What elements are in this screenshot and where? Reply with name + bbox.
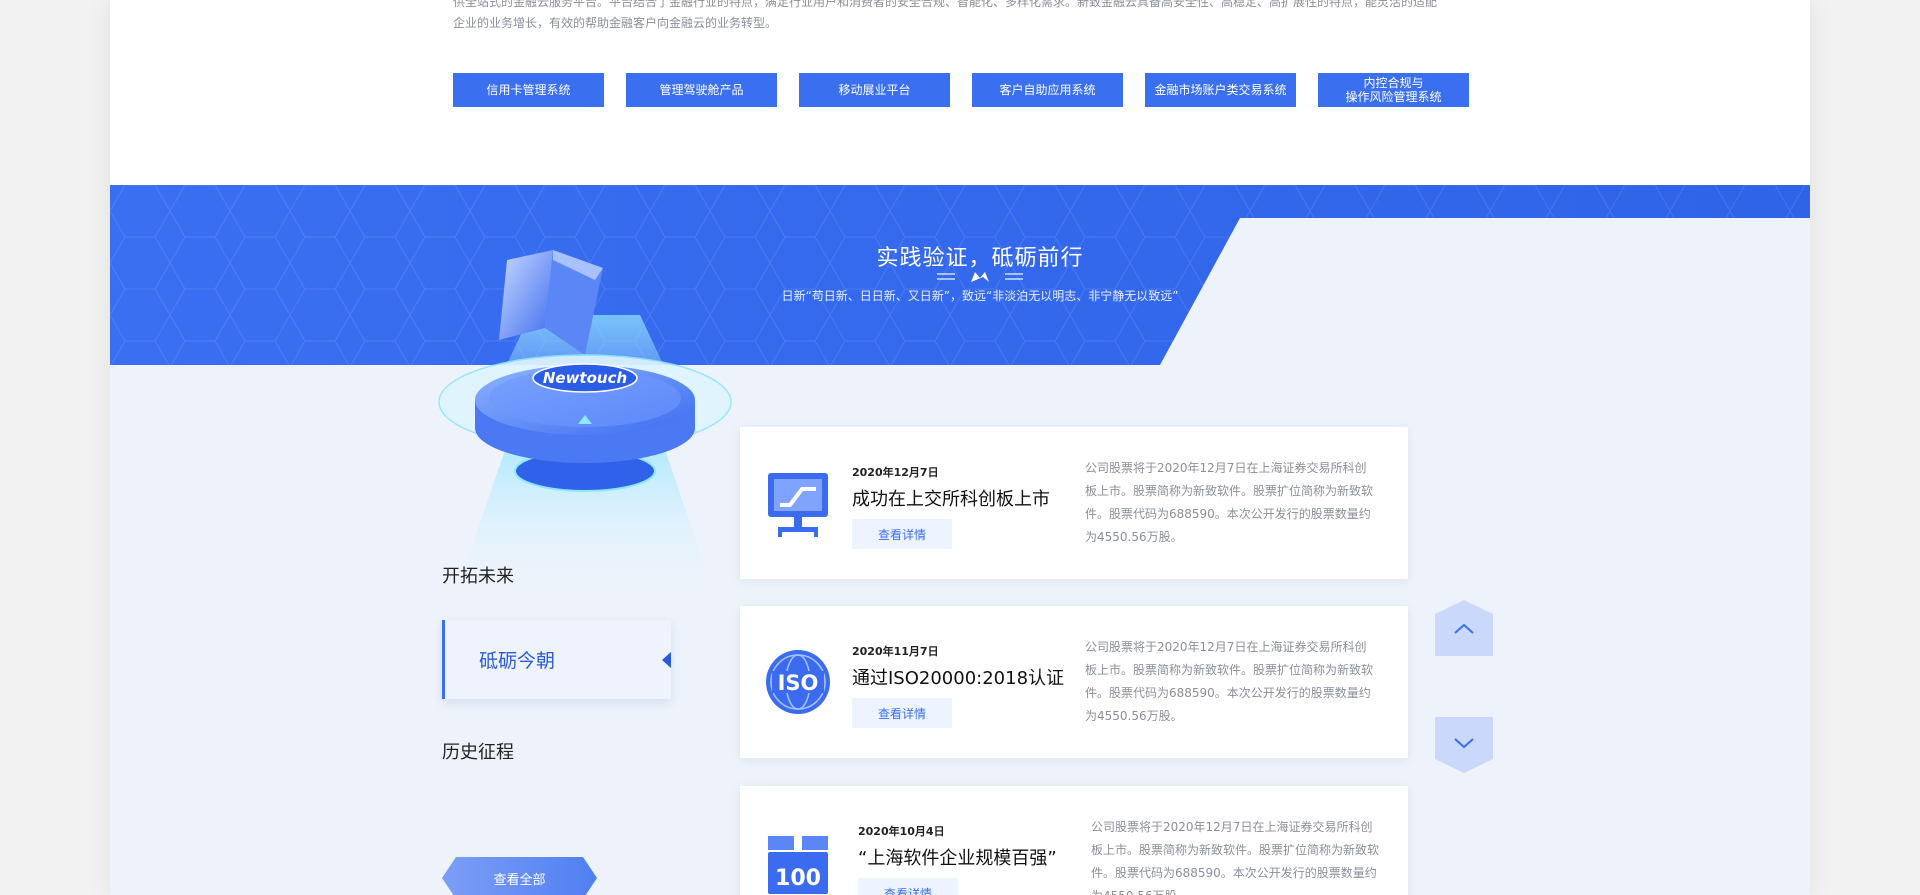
iso-globe-icon: ISO xyxy=(766,650,830,714)
timeline-item-today-active[interactable]: 砥砺今朝 xyxy=(442,620,671,699)
chevron-down-icon xyxy=(1435,717,1493,773)
milestone-description: 公司股票将于2020年12月7日在上海证券交易所科创板上市。股票简称为新致软件。… xyxy=(1085,640,1374,723)
product-button-risk[interactable]: 内控合规与 操作风险管理系统 xyxy=(1318,73,1469,107)
milestone-title: “上海软件企业规模百强” xyxy=(858,848,1057,869)
banner-title: 实践验证，砥砺前行 xyxy=(876,246,1084,271)
view-all-button[interactable]: 查看全部 xyxy=(442,857,597,895)
svg-text:Newtouch: Newtouch xyxy=(543,369,627,387)
view-all-label: 查看全部 xyxy=(493,872,546,888)
view-details-button[interactable]: 查看详情 xyxy=(852,698,952,728)
monitor-chart-icon xyxy=(768,473,828,537)
milestone-description: 公司股票将于2020年12月7日在上海证券交易所科创板上市。股票简称为新致软件。… xyxy=(1085,461,1374,544)
box-100-label: 100 xyxy=(775,866,821,891)
banner-subtitle: 日新“苟日新、日日新、又日新”，致远“非淡泊无以明志、非宁静无以致远” xyxy=(781,289,1179,303)
milestone-title: 通过ISO20000:2018认证 xyxy=(852,668,1065,689)
product-button-market-trading[interactable]: 金融市场账户类交易系统 xyxy=(1145,73,1296,107)
milestone-title: 成功在上交所科创板上市 xyxy=(852,489,1050,510)
product-button-cockpit[interactable]: 管理驾驶舱产品 xyxy=(626,73,777,107)
timeline-active-label: 砥砺今朝 xyxy=(479,650,556,672)
milestone-date: 2020年10月4日 xyxy=(858,825,945,838)
title-divider-icon xyxy=(937,272,1023,282)
intro-line-1: 供全站式的金融云服务平台。平台结合了金融行业的特点，满足行业用户和消费者的安全合… xyxy=(453,0,1438,9)
milestone-date: 2020年11月7日 xyxy=(852,645,939,658)
milestone-card: 2020年12月7日 成功在上交所科创板上市 查看详情 公司股票将于2020年1… xyxy=(740,427,1408,579)
scroll-down-button[interactable] xyxy=(1435,717,1493,773)
chevron-up-icon xyxy=(1435,600,1493,656)
practice-section: 实践验证，砥砺前行 日新“苟日新、日日新、又日新”，致远“非淡泊无以明志、非宁静… xyxy=(110,185,1810,895)
intro-line-2: 企业的业务增长，有效的帮助金融客户向金融云的业务转型。 xyxy=(453,16,778,30)
page: 供全站式的金融云服务平台。平台结合了金融行业的特点，满足行业用户和消费者的安全合… xyxy=(110,0,1810,895)
milestone-description: 公司股票将于2020年12月7日在上海证券交易所科创板上市。股票简称为新致软件。… xyxy=(1091,820,1380,895)
active-pointer-icon xyxy=(662,652,671,668)
product-button-credit-card[interactable]: 信用卡管理系统 xyxy=(453,73,604,107)
product-button-self-service[interactable]: 客户自助应用系统 xyxy=(972,73,1123,107)
view-details-button[interactable]: 查看详情 xyxy=(852,519,952,549)
timeline-item-future[interactable]: 开拓未来 xyxy=(442,562,514,588)
svg-text:ISO: ISO xyxy=(778,671,819,695)
view-details-button[interactable]: 查看详情 xyxy=(858,878,958,895)
intro-text: 供全站式的金融云服务平台。平台结合了金融行业的特点，满足行业用户和消费者的安全合… xyxy=(453,0,1483,34)
logo-text: ewtouch xyxy=(555,369,627,387)
milestone-card: 100 2020年10月4日 “上海软件企业规模百强” 查看详情 公司股票将于2… xyxy=(740,786,1408,895)
scroll-up-button[interactable] xyxy=(1435,600,1493,656)
box-100-icon: 100 xyxy=(768,836,828,894)
product-button-mobile[interactable]: 移动展业平台 xyxy=(799,73,950,107)
timeline-item-history[interactable]: 历史征程 xyxy=(442,738,514,764)
milestone-date: 2020年12月7日 xyxy=(852,466,939,479)
milestone-card: ISO 2020年11月7日 通过ISO20000:2018认证 查看详情 公司… xyxy=(740,606,1408,758)
